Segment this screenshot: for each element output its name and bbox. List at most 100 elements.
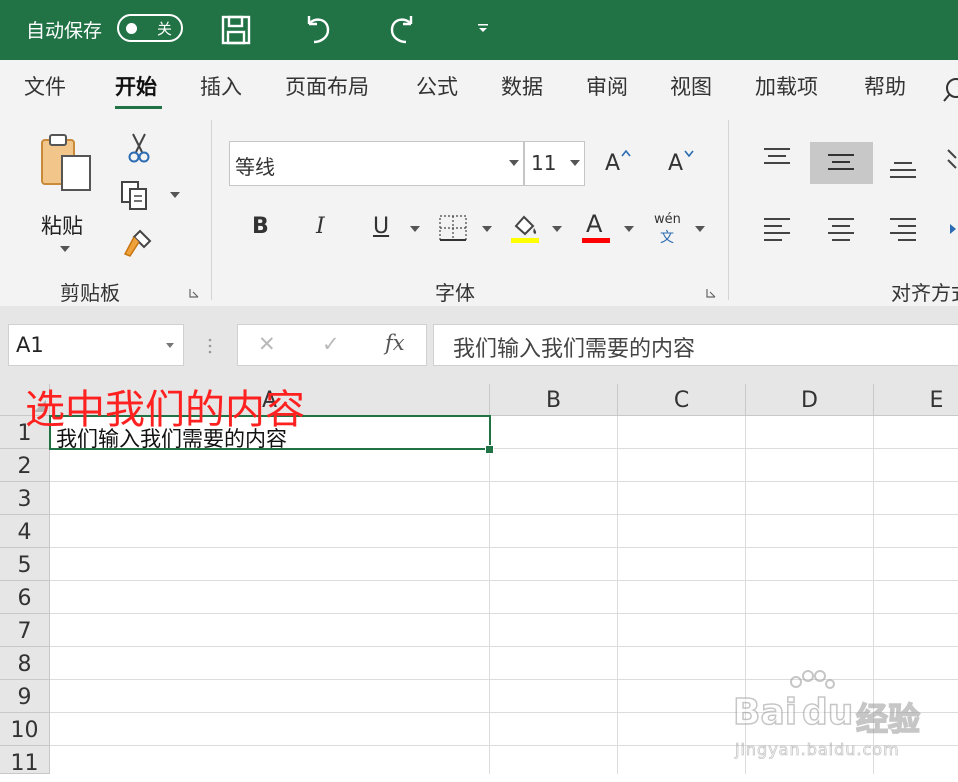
caret-up-icon xyxy=(621,149,631,157)
group-separator xyxy=(211,120,212,300)
font-color-dropdown-icon[interactable] xyxy=(624,226,634,232)
save-icon[interactable] xyxy=(218,12,254,48)
gridline xyxy=(50,481,958,482)
tab-formulas[interactable]: 公式 xyxy=(416,71,458,101)
customize-dropdown-icon[interactable] xyxy=(476,22,490,36)
formula-buttons: ✕ ✓ fx xyxy=(237,324,427,366)
row-header-8[interactable]: 8 xyxy=(0,647,50,680)
row-header-5[interactable]: 5 xyxy=(0,548,50,581)
autosave-state: 关 xyxy=(157,20,173,38)
redo-icon[interactable] xyxy=(384,12,420,48)
fill-color-dropdown-icon[interactable] xyxy=(552,226,562,232)
watermark-du: du xyxy=(801,691,854,734)
phonetic-top: wén xyxy=(654,212,681,227)
autosave-label: 自动保存 xyxy=(26,20,103,42)
active-tab-indicator xyxy=(115,106,162,109)
group-separator xyxy=(728,120,729,300)
gridline xyxy=(489,416,490,774)
font-name-combo[interactable]: 等线 xyxy=(229,141,524,186)
phonetic-bottom: 文 xyxy=(660,230,674,246)
underline-dropdown-icon[interactable] xyxy=(410,226,420,232)
align-center-icon[interactable] xyxy=(826,216,856,242)
row-header-3[interactable]: 3 xyxy=(0,482,50,515)
ribbon-tabs: 文件 开始 插入 页面布局 公式 数据 审阅 视图 加载项 帮助 xyxy=(0,60,958,116)
column-header-d[interactable]: D xyxy=(746,384,874,416)
undo-icon[interactable] xyxy=(300,12,336,48)
tab-help[interactable]: 帮助 xyxy=(864,71,906,101)
insert-function-button[interactable]: fx xyxy=(385,331,405,355)
dialog-launcher-icon[interactable] xyxy=(189,288,199,298)
underline-button[interactable]: U xyxy=(373,214,389,239)
toggle-knob xyxy=(126,23,137,34)
chevron-down-icon xyxy=(60,246,70,252)
resize-handle-icon[interactable] xyxy=(207,336,213,356)
gridline xyxy=(50,646,958,647)
font-size-combo[interactable]: 11 xyxy=(524,141,585,186)
font-color-glyph: A xyxy=(586,210,603,238)
formula-input[interactable]: 我们输入我们需要的内容 xyxy=(433,324,958,366)
column-header-c[interactable]: C xyxy=(618,384,746,416)
tab-addins[interactable]: 加载项 xyxy=(755,71,818,101)
tab-file[interactable]: 文件 xyxy=(24,71,66,101)
row-header-2[interactable]: 2 xyxy=(0,449,50,482)
gridline xyxy=(50,514,958,515)
orientation-icon[interactable] xyxy=(946,146,958,176)
phonetic-guide-button[interactable]: wén 文 xyxy=(650,212,686,246)
copy-dropdown-icon[interactable] xyxy=(170,192,180,198)
watermark-bai: Bai xyxy=(732,691,798,734)
gridline xyxy=(50,613,958,614)
decrease-font-size-button[interactable]: A xyxy=(668,149,698,179)
column-header-e[interactable]: E xyxy=(874,384,958,416)
baidu-watermark: Bai du 经验 jingyan.baidu.com xyxy=(730,670,958,774)
confirm-entry-button[interactable]: ✓ xyxy=(322,332,340,356)
tab-page-layout[interactable]: 页面布局 xyxy=(285,71,369,101)
tab-view[interactable]: 视图 xyxy=(670,71,712,101)
autosave-toggle[interactable]: 关 xyxy=(117,14,183,42)
column-header-b[interactable]: B xyxy=(490,384,618,416)
italic-button[interactable]: I xyxy=(316,214,325,239)
row-header-7[interactable]: 7 xyxy=(0,614,50,647)
fill-color-icon[interactable] xyxy=(510,212,540,244)
font-size-value: 11 xyxy=(531,151,557,175)
chevron-down-icon xyxy=(166,343,174,348)
watermark-url: jingyan.baidu.com xyxy=(735,740,900,760)
font-color-swatch xyxy=(582,238,610,243)
decrease-font-glyph: A xyxy=(668,151,684,176)
align-right-icon[interactable] xyxy=(888,216,918,242)
fill-handle[interactable] xyxy=(485,445,494,454)
row-header-6[interactable]: 6 xyxy=(0,581,50,614)
cancel-entry-button[interactable]: ✕ xyxy=(258,332,276,356)
tab-data[interactable]: 数据 xyxy=(501,71,543,101)
alignment-group-label: 对齐方式 xyxy=(891,281,958,305)
tab-review[interactable]: 审阅 xyxy=(586,71,628,101)
name-box[interactable]: A1 xyxy=(8,324,184,366)
copy-icon[interactable] xyxy=(118,180,152,212)
row-header-4[interactable]: 4 xyxy=(0,515,50,548)
align-top-icon[interactable] xyxy=(762,146,792,168)
font-color-button[interactable]: A xyxy=(581,210,611,244)
align-left-icon[interactable] xyxy=(762,216,792,242)
bold-button[interactable]: B xyxy=(252,214,269,239)
row-header-9[interactable]: 9 xyxy=(0,680,50,713)
increase-font-size-button[interactable]: A xyxy=(605,149,635,179)
row-header-11[interactable]: 11 xyxy=(0,746,50,776)
phonetic-dropdown-icon[interactable] xyxy=(695,226,705,232)
ribbon: 粘贴 剪贴板 等线 11 A A B I U A wén 文 字体 对齐方 xyxy=(0,116,958,306)
annotation-text: 选中我们的内容 xyxy=(25,387,305,433)
title-bar: 自动保存 关 xyxy=(0,0,958,60)
tab-insert[interactable]: 插入 xyxy=(200,71,242,101)
align-bottom-icon[interactable] xyxy=(888,160,918,182)
scissors-icon[interactable] xyxy=(124,132,154,164)
tab-home[interactable]: 开始 xyxy=(115,71,157,101)
row-header-10[interactable]: 10 xyxy=(0,713,50,746)
borders-icon[interactable] xyxy=(438,214,468,242)
indent-icon[interactable] xyxy=(948,216,958,242)
borders-dropdown-icon[interactable] xyxy=(482,226,492,232)
formula-content: 我们输入我们需要的内容 xyxy=(453,337,696,362)
format-painter-icon[interactable] xyxy=(122,228,154,258)
paste-button[interactable]: 粘贴 xyxy=(24,126,102,256)
chevron-down-icon xyxy=(570,160,580,166)
dialog-launcher-icon[interactable] xyxy=(706,288,716,298)
search-icon[interactable] xyxy=(942,76,958,104)
align-middle-button[interactable] xyxy=(810,142,873,184)
